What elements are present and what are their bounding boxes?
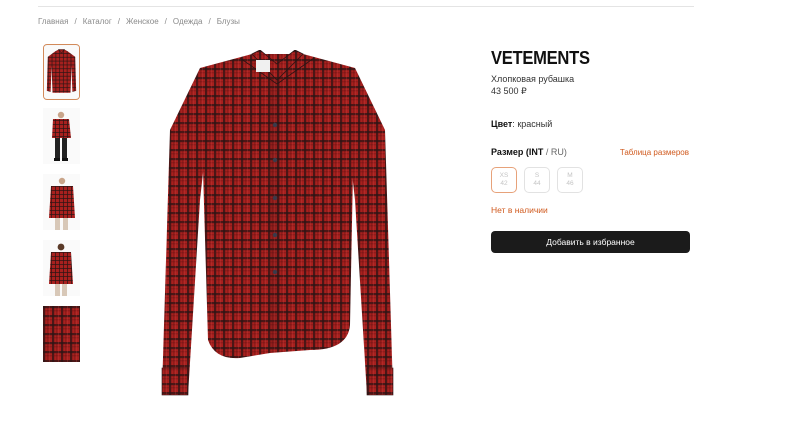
- color-label: Цвет: [491, 119, 513, 129]
- size-ru: 44: [533, 180, 541, 187]
- breadcrumb-blouses[interactable]: Блузы: [217, 17, 240, 26]
- size-ru: 42: [500, 180, 508, 187]
- size-label: Размер (INT: [491, 147, 544, 157]
- size-int: XS: [499, 171, 509, 179]
- breadcrumb-catalog[interactable]: Каталог: [83, 17, 112, 26]
- breadcrumb-separator: /: [117, 17, 121, 26]
- size-row: Размер (INT / RU) Таблица размеров: [491, 147, 691, 157]
- thumbnail-model-back[interactable]: [43, 240, 80, 296]
- size-option-xs[interactable]: XS 42: [491, 167, 517, 193]
- shirt-thumbnail-image: [44, 45, 79, 99]
- add-to-favorites-button[interactable]: Добавить в избранное: [491, 231, 690, 253]
- breadcrumb-women[interactable]: Женское: [126, 17, 159, 26]
- color-value: красный: [517, 119, 553, 129]
- main-product-image[interactable]: [160, 50, 395, 415]
- size-int: S: [534, 171, 540, 179]
- size-table-link[interactable]: Таблица размеров: [620, 148, 689, 157]
- top-divider: [38, 6, 694, 7]
- product-info: VETEMENTS Хлопковая рубашка 43 500 ₽ Цве…: [491, 48, 691, 253]
- breadcrumb: Главная / Каталог / Женское / Одежда / Б…: [38, 17, 240, 26]
- shirt-photo: [161, 50, 394, 396]
- breadcrumb-clothing[interactable]: Одежда: [173, 17, 203, 26]
- size-option-m[interactable]: M 46: [557, 167, 583, 193]
- model-thumbnail-image: [43, 174, 80, 230]
- breadcrumb-home[interactable]: Главная: [38, 17, 68, 26]
- size-selector: XS 42 S 44 M 46: [491, 167, 583, 193]
- size-ru: 46: [566, 180, 574, 187]
- breadcrumb-separator: /: [164, 17, 167, 26]
- size-option-s[interactable]: S 44: [524, 167, 550, 193]
- color-row: Цвет: красный: [491, 119, 552, 129]
- brand-name[interactable]: VETEMENTS: [491, 48, 675, 69]
- thumbnail-fabric-detail[interactable]: [43, 306, 80, 362]
- model-thumbnail-image: [43, 240, 80, 296]
- fabric-thumbnail-image: [43, 306, 80, 362]
- model-thumbnail-image: [43, 108, 80, 164]
- thumbnail-model-front[interactable]: [43, 108, 80, 164]
- product-price: 43 500 ₽: [491, 86, 527, 96]
- breadcrumb-separator: /: [208, 17, 211, 26]
- thumbnail-model-front-2[interactable]: [43, 174, 80, 230]
- size-int: M: [567, 171, 573, 179]
- size-label-sub: / RU): [545, 147, 567, 157]
- stock-status: Нет в наличии: [491, 205, 548, 215]
- product-name: Хлопковая рубашка: [491, 74, 575, 84]
- breadcrumb-separator: /: [74, 17, 77, 26]
- thumbnail-shirt-flat[interactable]: [43, 44, 80, 100]
